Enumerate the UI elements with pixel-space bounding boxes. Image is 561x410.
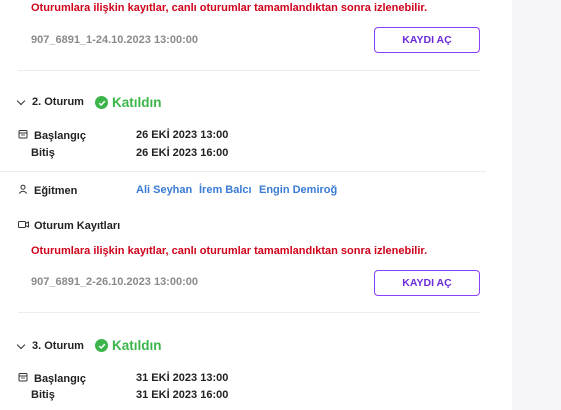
instructor-link[interactable]: Engin Demiroğ (259, 184, 337, 196)
status-text: Katıldın (112, 338, 162, 353)
video-icon (18, 220, 30, 232)
session-header-2[interactable]: 2. Oturum (16, 96, 84, 108)
status-badge: Katıldın (95, 95, 162, 110)
user-icon (18, 184, 30, 197)
instructor-label-text: Eğitmen (34, 184, 78, 197)
status-text: Katıldın (112, 95, 162, 110)
session-title: 3. Oturum (32, 340, 84, 352)
sessions-card: Oturumlara ilişkin kayıtlar, canlı oturu… (0, 0, 512, 410)
start-label: Başlangıç (18, 372, 86, 385)
end-value: 26 EKİ 2023 16:00 (136, 147, 229, 159)
session-recordings-label-text: Oturum Kayıtları (34, 220, 121, 232)
end-value: 31 EKİ 2023 16:00 (136, 389, 229, 401)
chevron-down-icon[interactable] (16, 340, 26, 349)
chevron-down-icon[interactable] (16, 96, 26, 105)
recordings-notice: Oturumlara ilişkin kayıtlar, canlı oturu… (31, 2, 428, 14)
session-title: 2. Oturum (32, 96, 84, 108)
check-circle-icon (95, 339, 108, 352)
start-value: 26 EKİ 2023 13:00 (136, 129, 229, 141)
session-recordings-label: Oturum Kayıtları (18, 220, 120, 232)
start-value: 31 EKİ 2023 13:00 (136, 372, 229, 384)
check-circle-icon (95, 96, 108, 109)
recording-file-name: 907_6891_2-26.10.2023 13:00:00 (31, 276, 198, 288)
end-label: Bitiş (31, 389, 55, 401)
recordings-notice: Oturumlara ilişkin kayıtlar, canlı oturu… (31, 245, 428, 257)
divider (18, 70, 480, 71)
divider (0, 171, 486, 172)
instructor-link[interactable]: Ali Seyhan (136, 184, 192, 196)
open-recording-button[interactable]: KAYDI AÇ (374, 27, 480, 53)
calendar-icon (18, 372, 30, 385)
instructor-label: Eğitmen (18, 184, 77, 197)
status-badge: Katıldın (95, 338, 162, 353)
session-header-3[interactable]: 3. Oturum (16, 340, 84, 352)
recording-file-name: 907_6891_1-24.10.2023 13:00:00 (31, 34, 198, 46)
start-label: Başlangıç (18, 129, 86, 142)
instructor-link[interactable]: İrem Balcı (199, 184, 252, 196)
start-label-text: Başlangıç (34, 372, 86, 385)
end-label: Bitiş (31, 147, 55, 159)
start-label-text: Başlangıç (34, 129, 86, 142)
divider (18, 312, 480, 313)
open-recording-button[interactable]: KAYDI AÇ (374, 270, 480, 296)
calendar-icon (18, 129, 30, 142)
